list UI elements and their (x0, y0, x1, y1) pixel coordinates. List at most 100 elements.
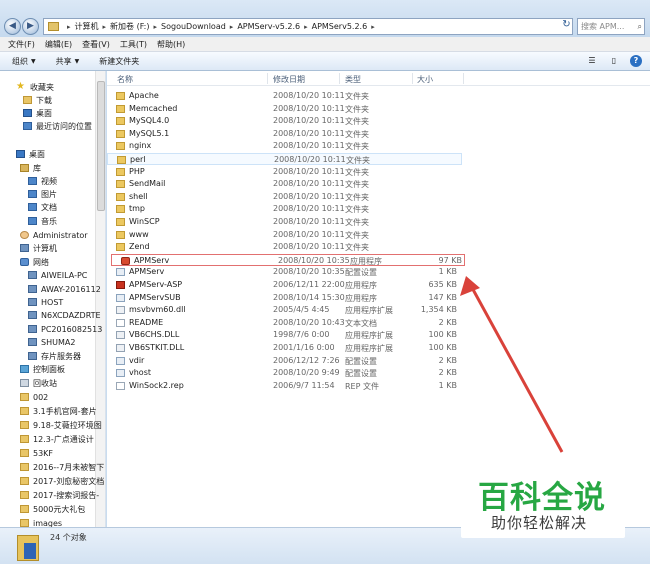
organize-button[interactable]: 组织 ▼ (12, 56, 36, 67)
file-row[interactable]: tmp 2008/10/20 10:11 文件夹 (107, 203, 462, 215)
file-row[interactable]: MySQL4.0 2008/10/20 10:11 文件夹 (107, 115, 462, 127)
nav-item[interactable]: 计算机 (20, 242, 57, 254)
nav-item[interactable]: 网络 (20, 256, 49, 268)
file-row[interactable]: README 2008/10/20 10:43 文本文档 2 KB (107, 317, 462, 329)
new-folder-button[interactable]: 新建文件夹 (99, 56, 139, 67)
file-row[interactable]: SendMail 2008/10/20 10:11 文件夹 (107, 178, 462, 190)
breadcrumb-computer[interactable]: 计算机 (75, 21, 99, 32)
nav-item[interactable]: 图片 (28, 188, 57, 200)
breadcrumb-apmserv-v526[interactable]: APMServ-v5.2.6 (237, 22, 300, 31)
nav-item[interactable]: N6XCDAZDRTE (28, 309, 101, 321)
forward-button[interactable]: ▶ (22, 18, 39, 35)
nav-item[interactable]: 002 (20, 391, 48, 403)
folder-icon (20, 407, 29, 415)
nav-item[interactable]: AWAY-2016112 (28, 283, 101, 295)
breadcrumb-sogoudownload[interactable]: SogouDownload (161, 22, 226, 31)
view-options-icon[interactable]: ☰ (586, 55, 598, 67)
breadcrumb-apmserv526[interactable]: APMServ5.2.6 (312, 22, 368, 31)
file-row[interactable]: shell 2008/10/20 10:11 文件夹 (107, 191, 462, 203)
menu-view[interactable]: 查看(V) (82, 39, 110, 50)
file-row[interactable]: MySQL5.1 2008/10/20 10:11 文件夹 (107, 128, 462, 140)
column-divider[interactable] (339, 73, 340, 84)
nav-item[interactable]: 9.18-艾薇拉环境图 (20, 419, 102, 431)
column-divider[interactable] (412, 73, 413, 84)
file-row[interactable]: www 2008/10/20 10:11 文件夹 (107, 229, 462, 241)
file-row[interactable]: msvbvm60.dll 2005/4/5 4:45 应用程序扩展 1,354 KB (107, 304, 462, 316)
preview-pane-icon[interactable]: ▯ (608, 55, 620, 67)
file-row[interactable]: Apache 2008/10/20 10:11 文件夹 (107, 90, 462, 102)
file-date: 2008/10/20 10:11 (273, 116, 345, 126)
nav-item[interactable]: ★ 收藏夹 (16, 81, 54, 93)
address-bar[interactable]: ▸ 计算机 ▸ 新加卷 (F:) ▸ SogouDownload ▸ APMSe… (43, 18, 573, 35)
nav-scrollbar[interactable] (95, 71, 105, 527)
file-row[interactable]: WinSCP 2008/10/20 10:11 文件夹 (107, 216, 462, 228)
nav-item[interactable]: PC2016082513 (28, 323, 102, 335)
back-button[interactable]: ◀ (4, 18, 21, 35)
share-button[interactable]: 共享 ▼ (56, 56, 80, 67)
organize-label: 组织 (12, 56, 28, 66)
menu-help[interactable]: 帮助(H) (157, 39, 185, 50)
refresh-icon[interactable]: ↻ (560, 19, 573, 33)
file-row[interactable]: VB6STKIT.DLL 2001/1/16 0:00 应用程序扩展 100 KB (107, 342, 462, 354)
nav-item[interactable]: AIWEILA-PC (28, 269, 87, 281)
nav-scrollbar-thumb[interactable] (97, 81, 105, 211)
file-row[interactable]: PHP 2008/10/20 10:11 文件夹 (107, 166, 462, 178)
breadcrumb-drive[interactable]: 新加卷 (F:) (110, 21, 149, 32)
folder-icon (20, 435, 29, 443)
help-icon[interactable]: ? (630, 55, 642, 67)
file-date: 2006/12/11 22:00 (273, 280, 345, 289)
file-row[interactable]: Zend 2008/10/20 10:11 文件夹 (107, 241, 462, 253)
nav-item[interactable]: images (20, 517, 62, 527)
file-row[interactable]: vdir 2006/12/12 7:26 配置设置 2 KB (107, 355, 462, 367)
network-computer-icon (28, 352, 37, 360)
column-size[interactable]: 大小 (417, 74, 433, 85)
file-row[interactable]: perl 2008/10/20 10:11 文件夹 (107, 153, 462, 165)
file-row[interactable]: vhost 2008/10/20 9:49 配置设置 2 KB (107, 367, 462, 379)
nav-item[interactable]: 文档 (28, 201, 57, 213)
column-name[interactable]: 名称 (117, 74, 133, 85)
nav-item[interactable]: 2016--7月未被智下 (20, 461, 104, 473)
nav-item[interactable]: 2017-搜索词报告- (20, 489, 99, 501)
nav-item[interactable]: 桌面 (23, 107, 52, 119)
file-row[interactable]: VB6CHS.DLL 1998/7/6 0:00 应用程序扩展 100 KB (107, 329, 462, 341)
nav-item-label: AIWEILA-PC (41, 270, 88, 280)
nav-item[interactable]: 5000元大礼包 (20, 503, 85, 515)
file-type: 文件夹 (345, 243, 369, 253)
file-row[interactable]: APMServSUB 2008/10/14 15:30 应用程序 147 KB (107, 292, 462, 304)
nav-item[interactable]: 控制面板 (20, 363, 65, 375)
file-type: 应用程序扩展 (345, 331, 393, 341)
file-row[interactable]: APMServ 2008/10/20 10:35 配置设置 1 KB (107, 266, 462, 278)
column-type[interactable]: 类型 (345, 74, 361, 85)
nav-item[interactable]: SHUMA2 (28, 336, 75, 348)
file-row[interactable]: WinSock2.rep 2006/9/7 11:54 REP 文件 1 KB (107, 380, 462, 392)
menu-tools[interactable]: 工具(T) (120, 39, 147, 50)
nav-item[interactable]: 下载 (23, 94, 52, 106)
nav-item[interactable]: 12.3-广点通设计 (20, 433, 94, 445)
file-row[interactable]: Memcached 2008/10/20 10:11 文件夹 (107, 103, 462, 115)
nav-item[interactable]: 53KF (20, 447, 53, 459)
file-row[interactable]: nginx 2008/10/20 10:11 文件夹 (107, 140, 462, 152)
nav-item[interactable]: 音乐 (28, 215, 57, 227)
search-input[interactable]: 搜索 APM... ⌕ (577, 18, 645, 35)
music-icon (28, 217, 37, 225)
nav-item[interactable]: 库 (20, 162, 41, 174)
nav-item[interactable]: 最近访问的位置 (23, 120, 92, 132)
file-row[interactable]: APMServ-ASP 2006/12/11 22:00 应用程序 635 KB (107, 279, 462, 291)
nav-item[interactable]: 桌面 (16, 148, 45, 160)
menu-file[interactable]: 文件(F) (8, 39, 35, 50)
nav-item[interactable]: Administrator (20, 229, 88, 241)
column-divider[interactable] (463, 73, 464, 84)
file-type: 文件夹 (345, 192, 369, 202)
command-bar: 组织 ▼ 共享 ▼ 新建文件夹 ☰ ▯ ? (0, 52, 650, 71)
nav-item[interactable]: 2017-刘愈秘密文档 (20, 475, 104, 487)
column-date[interactable]: 修改日期 (273, 74, 305, 85)
nav-item[interactable]: HOST (28, 296, 63, 308)
file-row[interactable]: APMServ 2008/10/20 10:35 应用程序 97 KB (111, 253, 465, 266)
column-divider[interactable] (267, 73, 268, 84)
nav-item[interactable]: 存片服务器 (28, 350, 81, 362)
nav-item[interactable]: 视频 (28, 175, 57, 187)
nav-item[interactable]: 3.1手机官网-套片 (20, 405, 97, 417)
nav-item[interactable]: 回收站 (20, 377, 57, 389)
menu-edit[interactable]: 编辑(E) (45, 39, 72, 50)
file-name: Zend (129, 242, 150, 252)
